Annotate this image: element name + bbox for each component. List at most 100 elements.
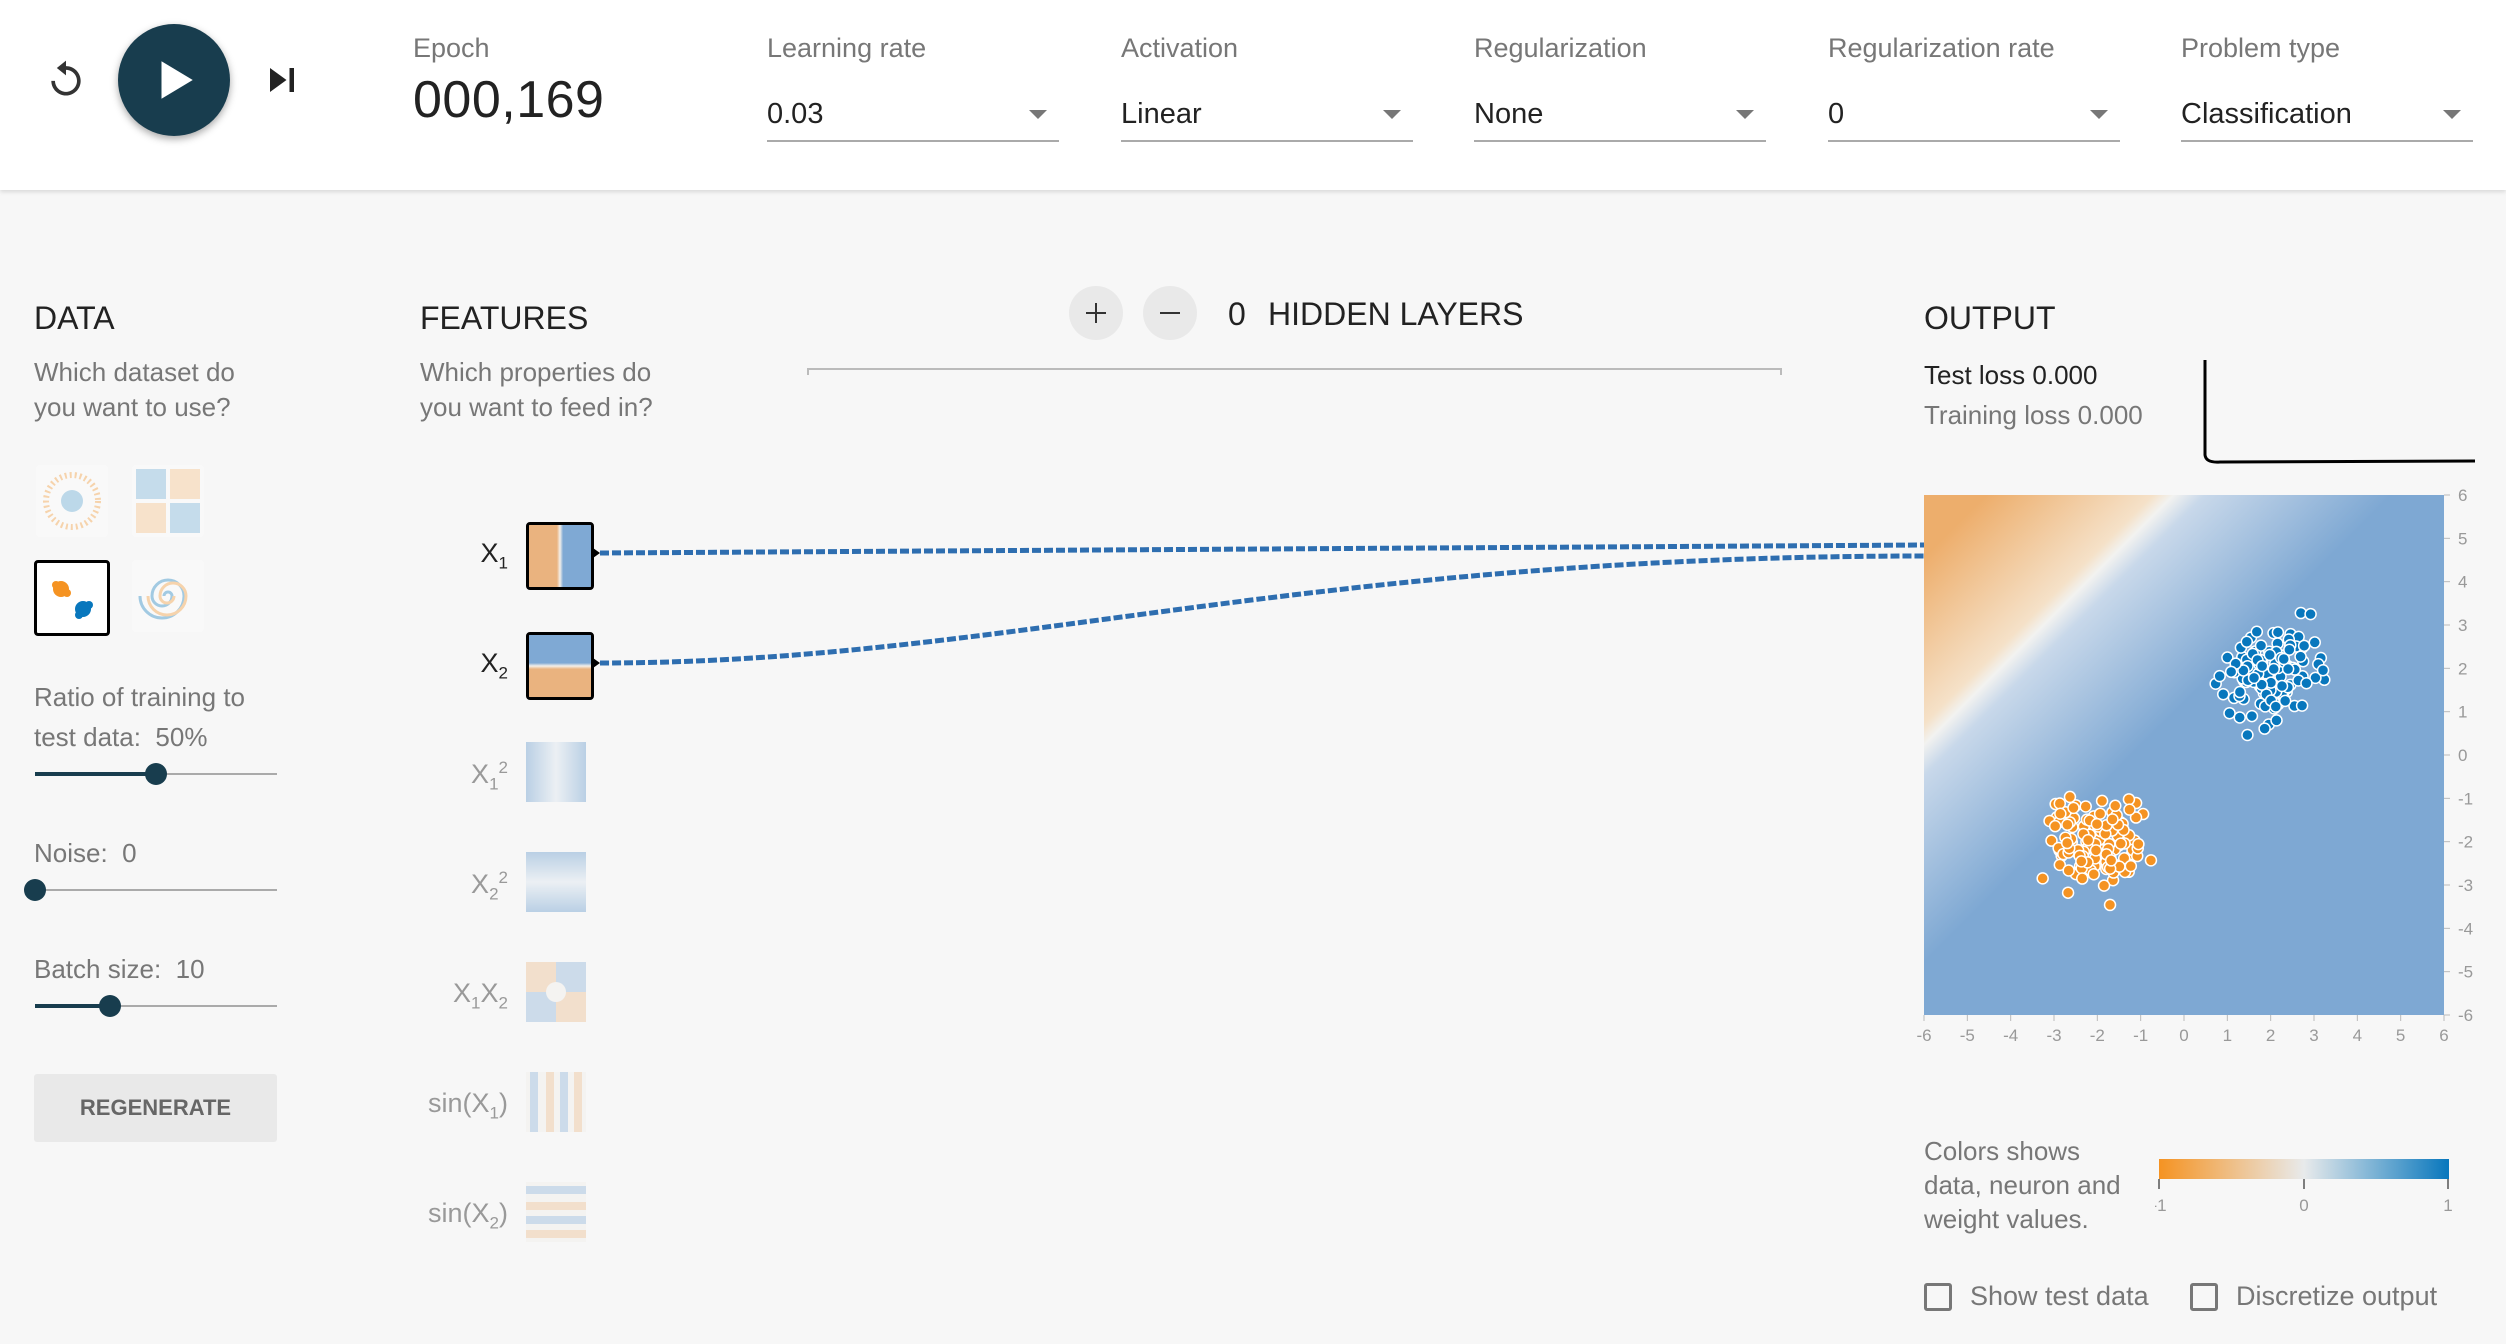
- data-point: [2245, 709, 2259, 723]
- data-point: [2224, 665, 2238, 679]
- data-point: [2095, 794, 2109, 808]
- loss-chart: [2203, 360, 2476, 464]
- hidden-layers-label: HIDDEN LAYERS: [1268, 296, 1524, 332]
- data-point: [2061, 818, 2074, 832]
- remove-layer-button[interactable]: [1143, 286, 1197, 340]
- data-point: [2275, 679, 2289, 693]
- y-tick-label: 1: [2458, 703, 2467, 722]
- data-point: [2270, 714, 2283, 727]
- data-point: [2122, 793, 2136, 806]
- x-tick-label: -3: [2046, 1026, 2061, 1045]
- data-point: [2223, 706, 2236, 720]
- x-tick-label: -1: [2133, 1026, 2148, 1045]
- data-point: [2254, 639, 2268, 652]
- data-point: [2114, 837, 2128, 850]
- y-tick-label: 6: [2458, 486, 2467, 505]
- data-point: [2144, 854, 2158, 867]
- legend-tick-min: -1: [2155, 1196, 2167, 1215]
- data-point: [2103, 898, 2117, 912]
- link-x2-output[interactable]: [599, 553, 1925, 666]
- data-point: [2233, 685, 2247, 699]
- discretize-output-checkbox[interactable]: Discretize output: [2190, 1281, 2437, 1312]
- x-tick-label: 4: [2353, 1026, 2362, 1045]
- link-x1-output[interactable]: [599, 542, 1925, 556]
- data-point: [2263, 648, 2277, 662]
- test-loss-value: 0.000: [2032, 360, 2098, 390]
- data-point: [2308, 636, 2321, 649]
- y-tick-label: 0: [2458, 746, 2467, 765]
- data-point: [2036, 872, 2049, 885]
- data-point: [2062, 864, 2075, 877]
- data-point: [2233, 711, 2246, 724]
- data-point: [2241, 728, 2254, 742]
- x-tick-label: 3: [2309, 1026, 2318, 1045]
- training-loss: Training loss 0.000: [1924, 400, 2143, 431]
- x-tick-label: -5: [1960, 1026, 1975, 1045]
- hidden-layers-count: 0: [1228, 296, 1246, 332]
- data-point: [2104, 854, 2118, 867]
- y-tick-label: -2: [2458, 833, 2473, 852]
- data-point: [2297, 639, 2311, 653]
- data-point: [2294, 650, 2307, 663]
- data-point: [2216, 687, 2230, 701]
- test-loss-label: Test loss: [1924, 360, 2026, 390]
- test-loss: Test loss 0.000: [1924, 360, 2097, 391]
- color-legend-bar: -1 0 1: [2155, 1159, 2453, 1215]
- y-tick-label: -6: [2458, 1006, 2473, 1025]
- data-point: [2281, 662, 2295, 676]
- data-point: [2295, 699, 2309, 712]
- data-point: [2304, 607, 2317, 621]
- data-point: [2267, 662, 2280, 676]
- x-tick-label: 5: [2396, 1026, 2405, 1045]
- x-tick-label: -6: [1916, 1026, 1931, 1045]
- data-point: [2054, 807, 2067, 821]
- minus-icon: [1160, 312, 1180, 314]
- data-point: [2093, 807, 2107, 820]
- y-tick-label: -3: [2458, 876, 2473, 895]
- data-point: [2060, 836, 2074, 850]
- data-point: [2106, 813, 2119, 826]
- y-tick-label: -5: [2458, 963, 2473, 982]
- data-point: [2123, 803, 2136, 816]
- data-point: [2240, 635, 2254, 649]
- data-point: [2097, 879, 2111, 892]
- data-point: [2250, 625, 2264, 639]
- data-point: [2132, 837, 2145, 851]
- x-tick-label: -4: [2003, 1026, 2018, 1045]
- x-tick-label: 0: [2179, 1026, 2188, 1045]
- training-loss-value: 0.000: [2077, 400, 2143, 430]
- legend-tick-max: 1: [2443, 1196, 2452, 1215]
- data-point: [2061, 886, 2075, 899]
- add-layer-button[interactable]: [1069, 286, 1123, 340]
- data-point: [2090, 817, 2104, 831]
- x-tick-label: 2: [2266, 1026, 2275, 1045]
- output-title: OUTPUT: [1924, 300, 2056, 336]
- data-point: [2247, 671, 2261, 685]
- x-axis: -6 -5 -4 -3 -2 -1 0 1 2 3 4 5 6: [1916, 1015, 2449, 1045]
- y-tick-label: 3: [2458, 616, 2467, 635]
- data-point: [2271, 626, 2285, 639]
- data-point: [2213, 669, 2226, 683]
- color-legend-text: Colors shows data, neuron and weight val…: [1924, 1136, 2121, 1234]
- x-tick-label: -2: [2090, 1026, 2105, 1045]
- data-point: [2067, 801, 2080, 815]
- data-point: [2048, 819, 2062, 833]
- show-test-data-checkbox[interactable]: Show test data: [1924, 1281, 2149, 1312]
- data-point: [2087, 867, 2101, 881]
- y-tick-label: 5: [2458, 529, 2467, 548]
- data-point: [2089, 844, 2103, 857]
- data-point: [2255, 659, 2269, 673]
- data-point: [2316, 664, 2330, 677]
- data-point: [2109, 799, 2122, 813]
- data-point: [2063, 790, 2077, 804]
- legend-tick-mid: 0: [2299, 1196, 2308, 1215]
- data-point: [2300, 676, 2313, 690]
- data-point: [2075, 855, 2088, 868]
- y-axis: 6 5 4 3 2 1 0 -1 -2 -3 -4 -5 -6: [2444, 486, 2473, 1025]
- x-tick-label: 1: [2223, 1026, 2232, 1045]
- training-loss-label: Training loss: [1924, 400, 2071, 430]
- y-tick-label: 4: [2458, 573, 2467, 592]
- output-heatmap: 6 5 4 3 2 1 0 -1 -2 -3 -4 -5 -6 -6 -5 -4 -3 -2 -1 0 1 2 3 4 5 6: [1916, 486, 2473, 1045]
- plus-icon: [1086, 303, 1106, 323]
- discretize-output-label: Discretize output: [2236, 1281, 2438, 1311]
